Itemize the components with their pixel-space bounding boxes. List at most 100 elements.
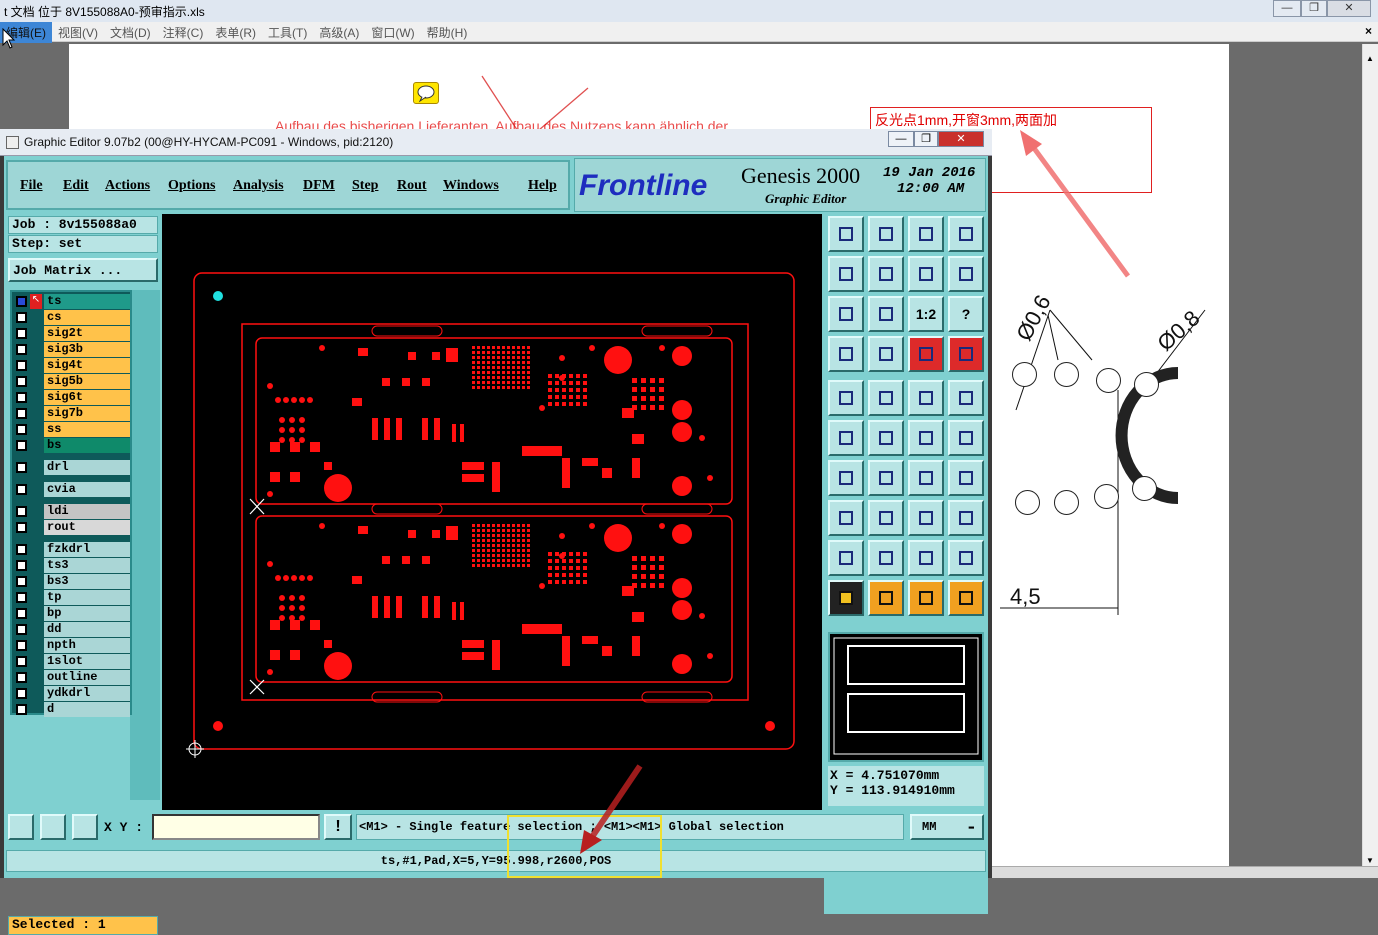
menu-analysis[interactable]: Analysis [233,178,284,194]
comment-icon[interactable] [413,82,439,104]
layer-row-sig5b[interactable]: sig5b [12,374,130,389]
layers-icon[interactable] [948,336,984,372]
layer-row-bp[interactable]: bp [12,606,130,621]
move-icon[interactable] [908,420,944,456]
select-icon[interactable] [828,580,864,616]
layer-checkbox[interactable] [16,704,27,715]
layer-row-bs[interactable]: bs [12,438,130,453]
ruler-icon[interactable] [908,380,944,416]
bg-menu-advanced[interactable]: 高级(A) [313,22,365,43]
layer-checkbox[interactable] [16,608,27,619]
bg-menu-document[interactable]: 文档(D) [104,22,157,43]
genesis-close-button[interactable]: ✕ [938,131,984,147]
pan-icon[interactable] [868,296,904,332]
layer-checkbox[interactable] [16,522,27,533]
layer-row-sig7b[interactable]: sig7b [12,406,130,421]
help-icon[interactable]: ? [948,296,984,332]
select4-icon[interactable] [948,580,984,616]
paste-icon[interactable] [868,216,904,252]
pad-icon[interactable] [948,380,984,416]
menu-edit[interactable]: Edit [63,178,89,194]
layer-checkbox[interactable] [16,688,27,699]
scroll-up-icon[interactable]: ▲ [1366,54,1374,63]
menu-options[interactable]: Options [168,178,215,194]
layer-row-sig4t[interactable]: sig4t [12,358,130,373]
layer-checkbox[interactable] [16,544,27,555]
bg-minimize-button[interactable]: — [1273,0,1301,17]
bg-menu-tools[interactable]: 工具(T) [262,22,313,43]
layer-row-tp[interactable]: tp [12,590,130,605]
layer-checkbox[interactable] [16,440,27,451]
snap-icon[interactable] [908,336,944,372]
layer-checkbox[interactable] [16,462,27,473]
undo-icon[interactable] [908,256,944,292]
graphic-canvas[interactable] [162,214,822,810]
zoom-fit-icon[interactable] [8,814,34,840]
menu-help[interactable]: Help [528,178,557,194]
polygon4-icon[interactable] [948,540,984,576]
fit-icon[interactable] [828,296,864,332]
layer-checkbox[interactable] [16,392,27,403]
layer-row-drl[interactable]: drl [12,460,130,475]
polygon3-icon[interactable] [908,540,944,576]
resize-icon[interactable] [908,500,944,536]
menu-file[interactable]: File [20,178,43,194]
node-icon[interactable] [828,420,864,456]
copy-icon[interactable] [828,216,864,252]
measure-icon[interactable] [40,814,66,840]
layer-row-sig6t[interactable]: sig6t [12,390,130,405]
layer-row-ydkdrl[interactable]: ydkdrl [12,686,130,701]
feature-icon[interactable] [828,380,864,416]
select2-icon[interactable] [868,580,904,616]
layer-row-dd[interactable]: dd [12,622,130,637]
arc-icon[interactable] [908,460,944,496]
layer-checkbox[interactable] [16,312,27,323]
genesis-maximize-button[interactable]: ❐ [914,131,938,147]
layer-checkbox[interactable] [16,624,27,635]
group-icon[interactable] [948,500,984,536]
layer-checkbox[interactable] [16,656,27,667]
polygon2-icon[interactable] [868,540,904,576]
xy-input[interactable] [152,814,320,840]
zoom-in-icon[interactable] [828,256,864,292]
layer-row-outline[interactable]: outline [12,670,130,685]
layer-row-ts[interactable]: ↖ ts [12,294,130,309]
layer-row-ts3[interactable]: ts3 [12,558,130,573]
bg-menu-comments[interactable]: 注释(C) [157,22,210,43]
redraw-icon[interactable] [948,256,984,292]
layer-checkbox[interactable] [16,360,27,371]
menu-dfm[interactable]: DFM [303,178,335,194]
layer-row-sig2t[interactable]: sig2t [12,326,130,341]
grid-toggle-icon[interactable] [868,336,904,372]
layer-row-ss[interactable]: ss [12,422,130,437]
layer-checkbox[interactable] [16,640,27,651]
home-icon[interactable] [908,216,944,252]
layer-checkbox[interactable] [16,484,27,495]
layer-row-npth[interactable]: npth [12,638,130,653]
layer-checkbox[interactable] [16,408,27,419]
pcb-layer-view[interactable] [162,214,822,810]
window-icon[interactable] [948,216,984,252]
menu-actions[interactable]: Actions [105,178,150,194]
layer-checkbox[interactable] [16,344,27,355]
shape-icon[interactable] [868,380,904,416]
bg-close-button[interactable]: ✕ [1327,0,1371,17]
menu-windows[interactable]: Windows [443,178,499,194]
layer-checkbox[interactable] [16,424,27,435]
genesis-minimize-button[interactable]: — [888,131,914,147]
menu-rout[interactable]: Rout [397,178,427,194]
polygon-icon[interactable] [828,540,864,576]
edit-icon[interactable] [948,420,984,456]
select3-icon[interactable] [908,580,944,616]
net-icon[interactable] [948,460,984,496]
grid-icon[interactable] [72,814,98,840]
layer-row-d[interactable]: d [12,702,130,717]
zoom-out-icon[interactable] [868,256,904,292]
scale-icon[interactable]: 1:2 [908,296,944,332]
bg-maximize-button[interactable]: ❐ [1301,0,1327,17]
bg-menu-help[interactable]: 帮助(H) [421,22,474,43]
layer-row-1slot[interactable]: 1slot [12,654,130,669]
layer-checkbox[interactable] [16,376,27,387]
bg-menu-view[interactable]: 视图(V) [52,22,104,43]
layer-checkbox[interactable] [16,560,27,571]
